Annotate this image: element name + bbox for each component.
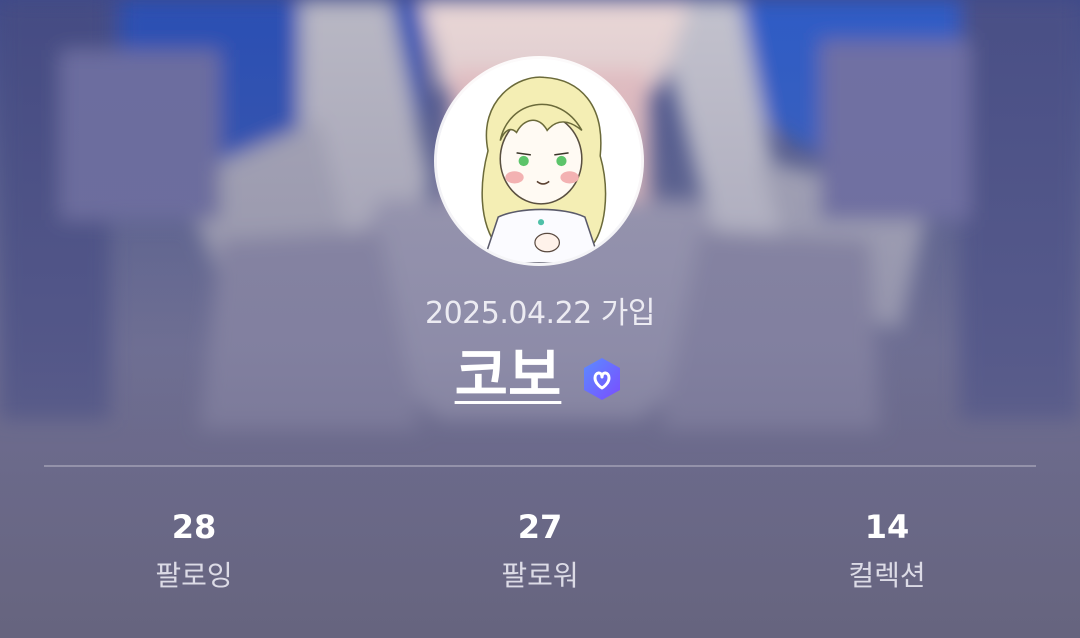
stat-label: 팔로잉 <box>155 559 233 592</box>
divider <box>44 465 1036 467</box>
avatar[interactable] <box>437 59 641 263</box>
username: 코보 <box>454 341 562 409</box>
profile-header: 2025.04.22 가입 코보 28 팔로잉 27 팔로워 14 컬렉션 <box>0 0 1080 638</box>
name-row: 코보 <box>0 338 1080 412</box>
stat-collections[interactable]: 14 컬렉션 <box>767 505 1007 603</box>
stat-value: 14 <box>864 508 910 546</box>
stat-value: 27 <box>517 508 563 546</box>
stat-following[interactable]: 28 팔로잉 <box>74 505 314 603</box>
verified-badge-icon <box>584 358 621 400</box>
stat-value: 28 <box>171 508 217 546</box>
join-date: 2025.04.22 가입 <box>424 296 656 331</box>
avatar-drawing <box>437 59 641 263</box>
stat-followers[interactable]: 27 팔로워 <box>420 505 660 603</box>
stat-label: 컬렉션 <box>848 559 926 592</box>
stat-label: 팔로워 <box>501 559 579 592</box>
